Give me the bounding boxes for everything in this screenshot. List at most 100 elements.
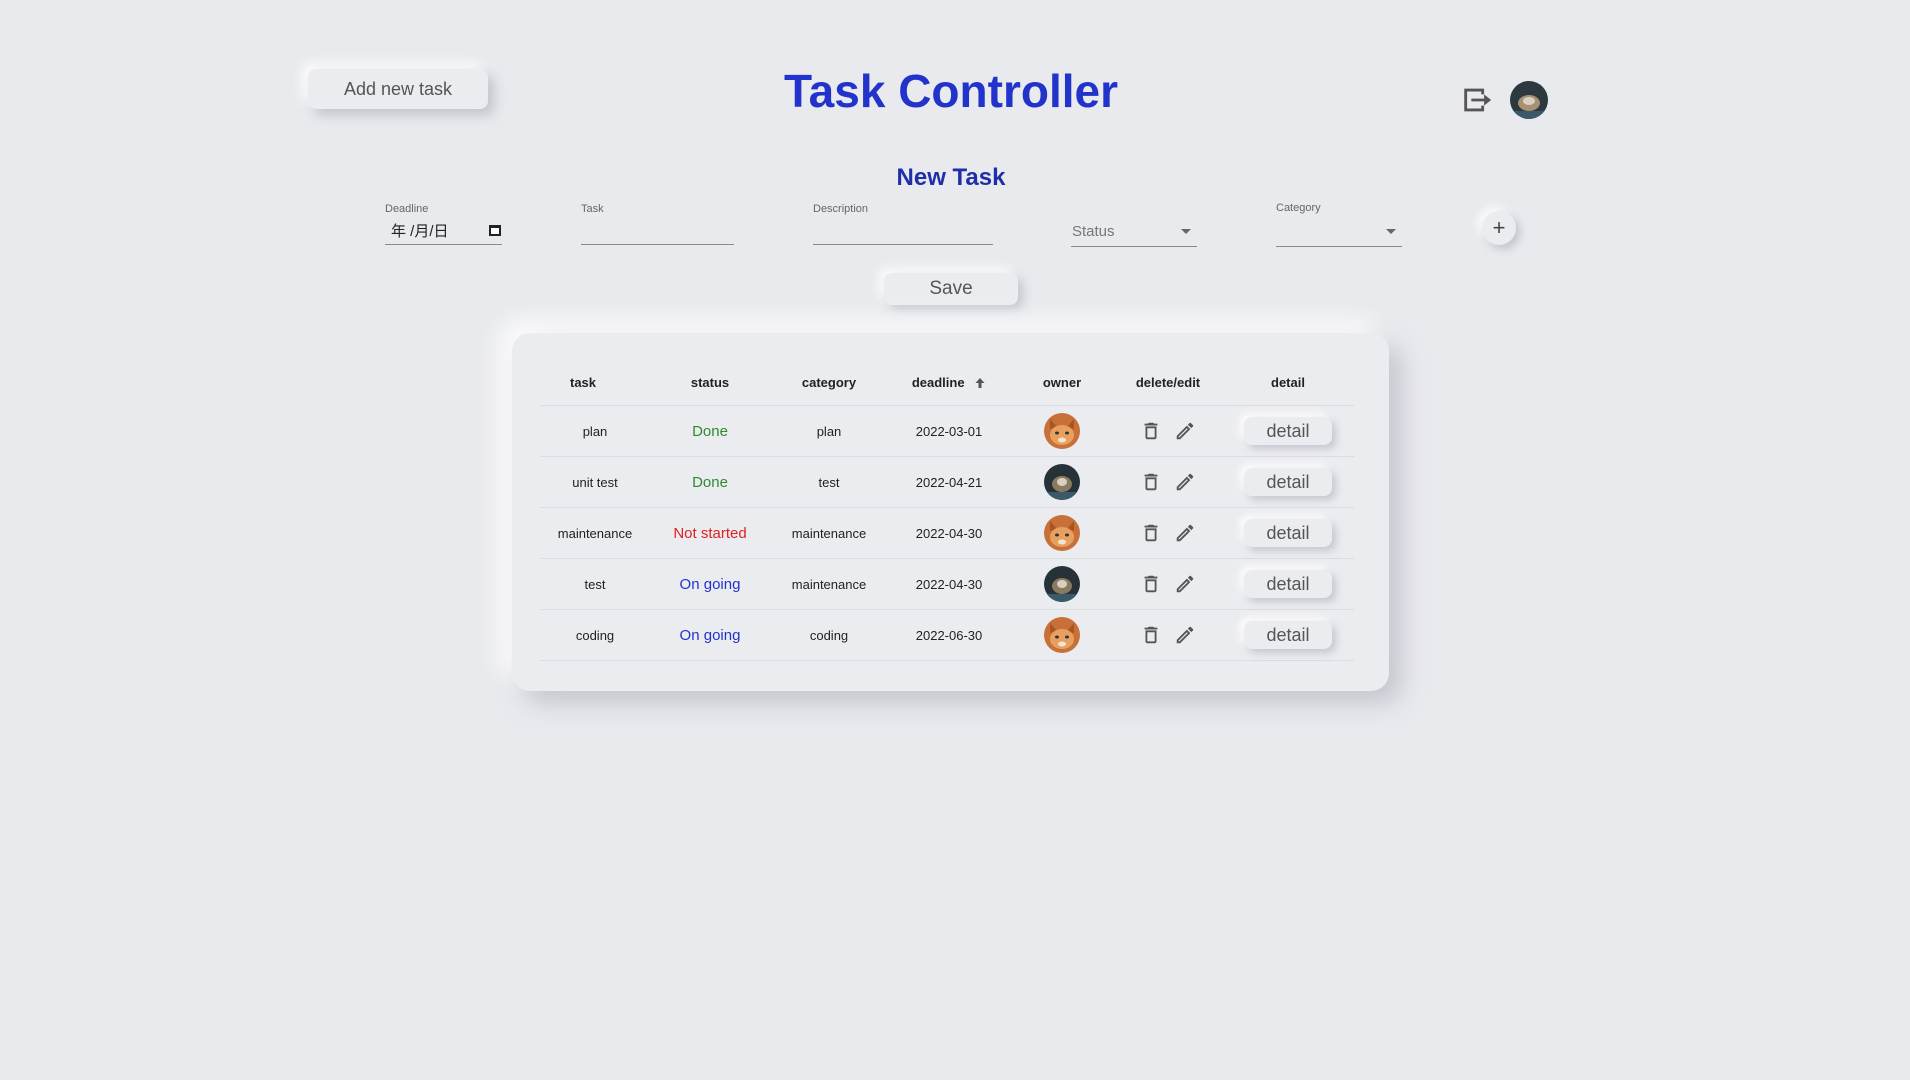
delete-icon[interactable] xyxy=(1140,471,1162,493)
delete-icon[interactable] xyxy=(1140,420,1162,442)
deadline-header-label: deadline xyxy=(911,374,965,390)
cell-deadline: 2022-06-30 xyxy=(888,609,1010,661)
owner-avatar[interactable] xyxy=(1044,617,1080,653)
cell-task: coding xyxy=(540,609,650,661)
chevron-down-icon xyxy=(1181,228,1191,234)
category-select[interactable] xyxy=(1276,216,1402,247)
cell-owner xyxy=(1010,609,1114,661)
user-avatar[interactable] xyxy=(1510,81,1548,119)
add-field-button[interactable]: + xyxy=(1482,211,1516,245)
status-badge: On going xyxy=(650,558,770,610)
status-badge: Done xyxy=(650,405,770,457)
new-task-title: New Task xyxy=(896,164,1006,191)
status-placeholder: Status xyxy=(1072,222,1115,240)
column-header-category[interactable]: category xyxy=(770,359,888,406)
cell-deadline: 2022-04-30 xyxy=(888,558,1010,610)
column-header-task[interactable]: task xyxy=(540,359,650,406)
cell-actions xyxy=(1114,609,1222,661)
column-header-deadline[interactable]: deadline xyxy=(888,359,1010,406)
status-badge: Not started xyxy=(650,507,770,559)
detail-button[interactable]: detail xyxy=(1244,621,1332,649)
edit-icon[interactable] xyxy=(1174,522,1196,544)
cell-deadline: 2022-04-30 xyxy=(888,507,1010,559)
delete-icon[interactable] xyxy=(1140,522,1162,544)
cell-task: plan xyxy=(540,405,650,457)
cell-category: maintenance xyxy=(770,558,888,610)
edit-icon[interactable] xyxy=(1174,624,1196,646)
delete-icon[interactable] xyxy=(1140,624,1162,646)
cell-task: maintenance xyxy=(540,507,650,559)
table-row: coding On going coding 2022-06-30 detail xyxy=(540,609,1354,661)
detail-button[interactable]: detail xyxy=(1244,417,1332,445)
deadline-field[interactable]: Deadline 年 /月/日 xyxy=(385,202,502,246)
cell-task: unit test xyxy=(540,456,650,508)
cell-category: maintenance xyxy=(770,507,888,559)
status-select[interactable]: Status xyxy=(1071,216,1197,247)
table-row: plan Done plan 2022-03-01 detail xyxy=(540,405,1354,457)
table-row: unit test Done test 2022-04-21 detail xyxy=(540,456,1354,508)
deadline-label: Deadline xyxy=(385,203,429,215)
cell-detail: detail xyxy=(1222,558,1354,610)
cell-actions xyxy=(1114,507,1222,559)
detail-button[interactable]: detail xyxy=(1244,468,1332,496)
cell-category: test xyxy=(770,456,888,508)
page-title: Task Controller xyxy=(784,65,1118,117)
cell-owner xyxy=(1010,507,1114,559)
task-field[interactable]: Task xyxy=(581,202,734,246)
deadline-value: 年 /月/日 xyxy=(391,222,449,240)
cell-actions xyxy=(1114,558,1222,610)
cell-detail: detail xyxy=(1222,456,1354,508)
detail-button[interactable]: detail xyxy=(1244,570,1332,598)
description-input[interactable] xyxy=(813,216,993,245)
detail-button[interactable]: detail xyxy=(1244,519,1332,547)
owner-avatar-image xyxy=(1044,464,1080,500)
owner-avatar[interactable] xyxy=(1044,464,1080,500)
edit-icon[interactable] xyxy=(1174,573,1196,595)
task-input[interactable] xyxy=(581,216,734,245)
owner-avatar[interactable] xyxy=(1044,515,1080,551)
task-table: task status category deadline owner dele… xyxy=(540,359,1354,661)
sort-ascending-icon[interactable] xyxy=(974,377,986,389)
cell-actions xyxy=(1114,405,1222,457)
owner-avatar-image xyxy=(1044,515,1080,551)
chevron-down-icon xyxy=(1386,228,1396,234)
status-badge: Done xyxy=(650,456,770,508)
plus-icon: + xyxy=(1492,215,1506,240)
owner-avatar[interactable] xyxy=(1044,413,1080,449)
cell-owner xyxy=(1010,456,1114,508)
cell-category: coding xyxy=(770,609,888,661)
column-header-status[interactable]: status xyxy=(650,359,770,406)
cell-deadline: 2022-03-01 xyxy=(888,405,1010,457)
edit-icon[interactable] xyxy=(1174,420,1196,442)
cell-task: test xyxy=(540,558,650,610)
calendar-icon[interactable] xyxy=(488,223,502,237)
column-header-delete-edit: delete/edit xyxy=(1114,359,1222,406)
column-header-owner[interactable]: owner xyxy=(1010,359,1114,406)
owner-avatar-image xyxy=(1044,566,1080,602)
owner-avatar-image xyxy=(1044,617,1080,653)
cell-detail: detail xyxy=(1222,405,1354,457)
table-header-row: task status category deadline owner dele… xyxy=(540,359,1354,406)
table-row: maintenance Not started maintenance 2022-04… xyxy=(540,507,1354,559)
logout-icon[interactable] xyxy=(1460,83,1494,117)
owner-avatar-image xyxy=(1044,413,1080,449)
description-field[interactable]: Description xyxy=(813,202,993,246)
status-badge: On going xyxy=(650,609,770,661)
deadline-input[interactable]: 年 /月/日 xyxy=(385,216,502,245)
cell-deadline: 2022-04-21 xyxy=(888,456,1010,508)
owner-avatar[interactable] xyxy=(1044,566,1080,602)
edit-icon[interactable] xyxy=(1174,471,1196,493)
category-label: Category xyxy=(1276,202,1321,214)
save-button[interactable]: Save xyxy=(884,273,1018,305)
task-table-card: task status category deadline owner dele… xyxy=(512,333,1389,691)
column-header-detail: detail xyxy=(1222,359,1354,406)
delete-icon[interactable] xyxy=(1140,573,1162,595)
user-avatar-image xyxy=(1510,81,1548,119)
cell-category: plan xyxy=(770,405,888,457)
table-row: test On going maintenance 2022-04-30 detail xyxy=(540,558,1354,610)
cell-detail: detail xyxy=(1222,507,1354,559)
cell-owner xyxy=(1010,405,1114,457)
cell-detail: detail xyxy=(1222,609,1354,661)
task-label: Task xyxy=(581,203,604,215)
cell-actions xyxy=(1114,456,1222,508)
